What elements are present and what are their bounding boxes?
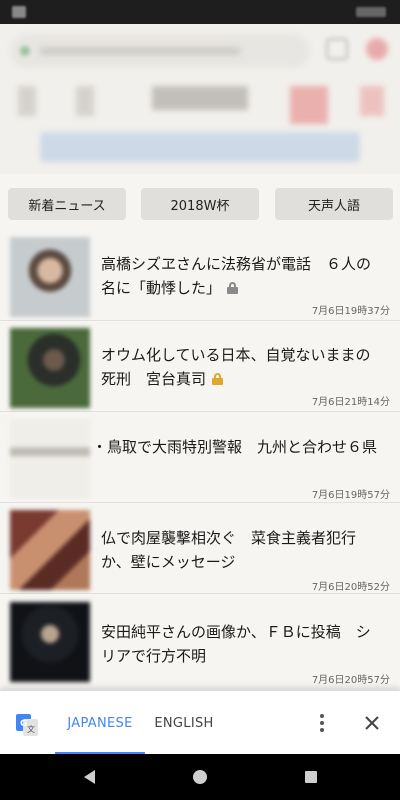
- category-row: 新着ニュース 2018W杯 天声人語: [0, 184, 400, 224]
- blurred-banner: [40, 132, 360, 162]
- home-icon[interactable]: [193, 770, 207, 784]
- article-title-line: 名に「動悸した」: [101, 276, 391, 300]
- site-nav-icons: [0, 80, 400, 130]
- article-date: 7月6日20時52分: [311, 582, 390, 593]
- article-title-text: 死刑 宮台真司: [101, 370, 207, 388]
- lock-icon: [212, 373, 224, 385]
- article-title: 安田純平さんの画像か、ＦＢに投稿 シ リアで行方不明: [101, 620, 391, 668]
- article-item[interactable]: オウム化している日本、自覚ないままの 死刑 宮台真司 7月6日21時14分: [0, 322, 400, 412]
- article-item[interactable]: ・鳥取で大雨特別警報 九州と合わせ６県 7月6日19時57分: [0, 413, 400, 503]
- article-title-line: リアで行方不明: [101, 647, 207, 665]
- article-date: 7月6日19時57分: [311, 490, 390, 501]
- battery-icon: [356, 7, 386, 17]
- article-date: 7月6日20時57分: [311, 675, 390, 686]
- article-date: 7月6日21時14分: [311, 397, 390, 408]
- tab-english[interactable]: ENGLISH: [145, 691, 223, 755]
- article-thumbnail: [10, 237, 90, 317]
- article-title: 高橋シズヱさんに法務省が電話 ６人の 名に「動悸した」: [101, 252, 391, 300]
- article-item[interactable]: 高橋シズヱさんに法務省が電話 ６人の 名に「動悸した」 7月6日19時37分: [0, 231, 400, 321]
- article-date: 7月6日19時37分: [311, 306, 390, 317]
- article-title-line: 仏で肉屋襲撃相次ぐ 菜食主義者犯行: [101, 529, 357, 547]
- google-translate-icon[interactable]: G 文: [16, 714, 38, 736]
- article-title: ・鳥取で大雨特別警報 九州と合わせ６県: [92, 435, 382, 459]
- article-title-line: ・鳥取で大雨特別警報 九州と合わせ６県: [92, 438, 378, 456]
- article-item[interactable]: 安田純平さんの画像か、ＦＢに投稿 シ リアで行方不明 7月6日20時57分: [0, 596, 400, 686]
- close-icon[interactable]: [362, 713, 382, 733]
- article-item[interactable]: 仏で肉屋襲撃相次ぐ 菜食主義者犯行 か、壁にメッセージ 7月6日20時52分: [0, 504, 400, 594]
- url-text: [40, 47, 240, 55]
- article-title-line: か、壁にメッセージ: [101, 553, 236, 571]
- more-vert-icon[interactable]: [312, 712, 332, 734]
- article-thumbnail: [10, 510, 90, 590]
- browser-menu-button[interactable]: [366, 38, 388, 60]
- article-title-line: 死刑 宮台真司: [101, 367, 391, 391]
- translate-bar: G 文 JAPANESE ENGLISH: [0, 690, 400, 755]
- article-title-text: 鳥取で大雨特別警報 九州と合わせ６県: [107, 438, 378, 456]
- article-title: 仏で肉屋襲撃相次ぐ 菜食主義者犯行 か、壁にメッセージ: [101, 526, 391, 574]
- article-thumbnail: [10, 419, 90, 499]
- category-button-tenseijingo[interactable]: 天声人語: [275, 188, 393, 220]
- category-button-latest[interactable]: 新着ニュース: [8, 188, 126, 220]
- blurred-page-header: [0, 24, 400, 174]
- article-thumbnail: [10, 328, 90, 408]
- category-button-worldcup[interactable]: 2018W杯: [141, 188, 259, 220]
- svg-text:文: 文: [27, 724, 35, 734]
- back-icon[interactable]: [84, 770, 95, 784]
- article-thumbnail: [10, 602, 90, 682]
- secure-icon: [20, 46, 30, 56]
- tab-japanese[interactable]: JAPANESE: [55, 691, 145, 755]
- article-title-line: 高橋シズヱさんに法務省が電話 ６人の: [101, 255, 372, 273]
- status-bar: [0, 0, 400, 24]
- recents-icon[interactable]: [305, 771, 317, 783]
- article-title: オウム化している日本、自覚ないままの 死刑 宮台真司: [101, 343, 391, 391]
- tabs-button[interactable]: [326, 38, 348, 60]
- system-nav-bar: [0, 754, 400, 800]
- article-title-text: 名に「動悸した」: [101, 279, 222, 297]
- notification-icon: [12, 6, 26, 18]
- article-title-line: オウム化している日本、自覚ないままの: [101, 346, 371, 364]
- article-title-line: 安田純平さんの画像か、ＦＢに投稿 シ: [101, 623, 371, 641]
- lock-icon: [227, 282, 239, 294]
